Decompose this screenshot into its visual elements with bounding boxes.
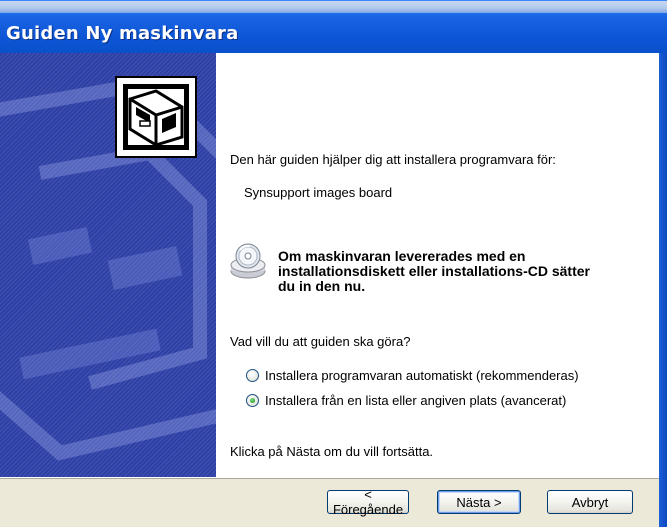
option-from-list-label[interactable]: Installera från en lista eller angiven p…	[265, 393, 566, 408]
continue-hint: Klicka på Nästa om du vill fortsätta.	[230, 444, 434, 459]
button-bar: < Föregående Nästa > Avbryt	[0, 477, 659, 527]
cancel-button[interactable]: Avbryt	[547, 490, 633, 514]
window-frame-right	[659, 53, 667, 527]
wizard-watermark-panel	[0, 53, 216, 477]
watermark-hardware-graphic	[0, 75, 216, 461]
title-bar-highlight	[0, 1, 667, 13]
window-title: Guiden Ny maskinvara	[6, 23, 239, 44]
cd-drive-icon	[230, 243, 266, 279]
back-button[interactable]: < Föregående	[327, 487, 409, 517]
hardware-install-icon	[115, 76, 197, 158]
insert-disk-note: Om maskinvaran levererades med en instal…	[278, 248, 590, 294]
next-button[interactable]: Nästa >	[437, 490, 521, 514]
device-name: Synsupport images board	[244, 185, 393, 200]
intro-text: Den här guiden hjälper dig att installer…	[230, 152, 556, 167]
question-text: Vad vill du att guiden ska göra?	[230, 334, 411, 349]
title-bar[interactable]: Guiden Ny maskinvara	[0, 0, 667, 54]
option-install-automatic[interactable]: Installera programvaran automatiskt (rek…	[246, 366, 579, 384]
option-install-from-list[interactable]: Installera från en lista eller angiven p…	[246, 391, 566, 409]
option-automatic-label[interactable]: Installera programvaran automatiskt (rek…	[265, 368, 579, 383]
radio-from-list[interactable]	[246, 393, 259, 407]
radio-automatic[interactable]	[246, 368, 259, 382]
wizard-content: Den här guiden hjälper dig att installer…	[216, 53, 659, 477]
wizard-window: Guiden Ny maskinvara Den här guiden hjäl…	[0, 0, 667, 527]
